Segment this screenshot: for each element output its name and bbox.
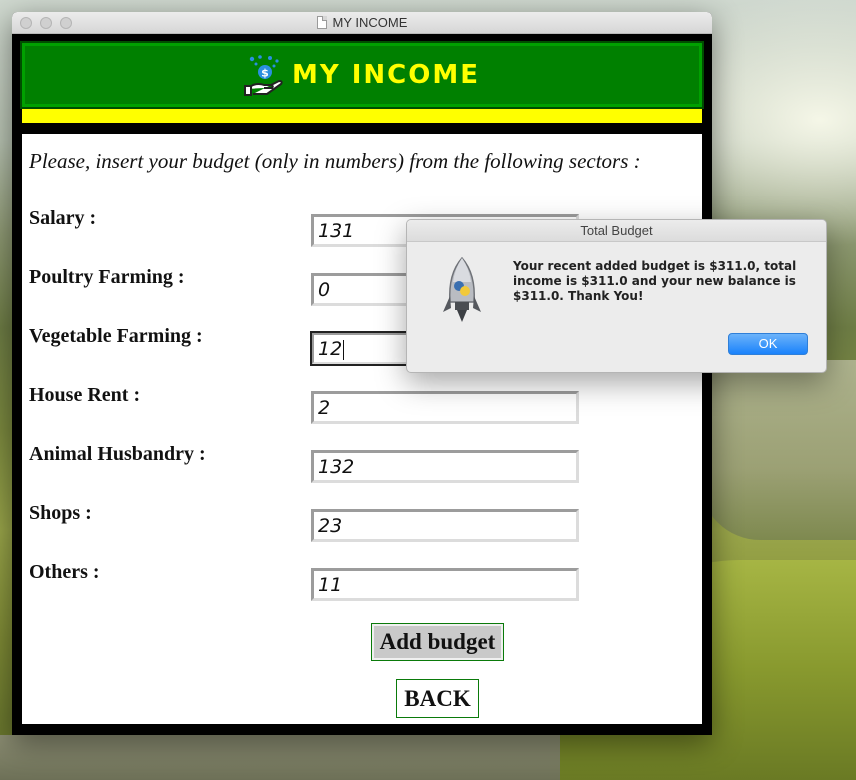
salary-label: Salary : (29, 207, 97, 229)
window-titlebar[interactable]: MY INCOME (12, 12, 712, 34)
main-window: MY INCOME $ MY INCOME Please, insert you… (12, 12, 712, 735)
window-title: MY INCOME (332, 15, 408, 30)
money-hand-icon: $ (243, 55, 283, 96)
add-budget-label: Add budget (374, 626, 501, 658)
banner-title: MY INCOME (291, 60, 480, 90)
add-budget-button[interactable]: Add budget (371, 623, 504, 661)
background-lake (700, 360, 856, 540)
shops-input[interactable]: 23 (311, 509, 579, 542)
text-caret (343, 339, 345, 360)
dialog-message: Your recent added budget is $311.0, tota… (513, 259, 797, 303)
dialog-title[interactable]: Total Budget (407, 220, 826, 242)
animal-husbandry-label: Animal Husbandry : (29, 443, 206, 465)
others-label: Others : (29, 561, 100, 583)
form-instructions: Please, insert your budget (only in numb… (29, 149, 641, 173)
vegetable-farming-value: 12 (318, 338, 343, 360)
house-rent-input[interactable]: 2 (311, 391, 579, 424)
header-banner: $ MY INCOME (20, 41, 704, 109)
background-rocks (0, 735, 560, 780)
shops-label: Shops : (29, 502, 92, 524)
ok-button[interactable]: OK (728, 333, 808, 355)
poultry-farming-label: Poultry Farming : (29, 266, 185, 288)
svg-text:$: $ (261, 67, 269, 80)
window-controls (20, 17, 72, 29)
total-budget-dialog: Total Budget Your recent added budget is… (406, 219, 827, 373)
vegetable-farming-label: Vegetable Farming : (29, 325, 203, 347)
animal-husbandry-input[interactable]: 132 (311, 450, 579, 483)
minimize-window-button[interactable] (40, 17, 52, 29)
back-button[interactable]: BACK (396, 679, 479, 718)
others-input[interactable]: 11 (311, 568, 579, 601)
python-rocket-icon (443, 256, 481, 322)
document-icon (316, 16, 327, 29)
house-rent-label: House Rent : (29, 384, 141, 406)
banner-underline (22, 109, 702, 123)
close-window-button[interactable] (20, 17, 32, 29)
zoom-window-button[interactable] (60, 17, 72, 29)
